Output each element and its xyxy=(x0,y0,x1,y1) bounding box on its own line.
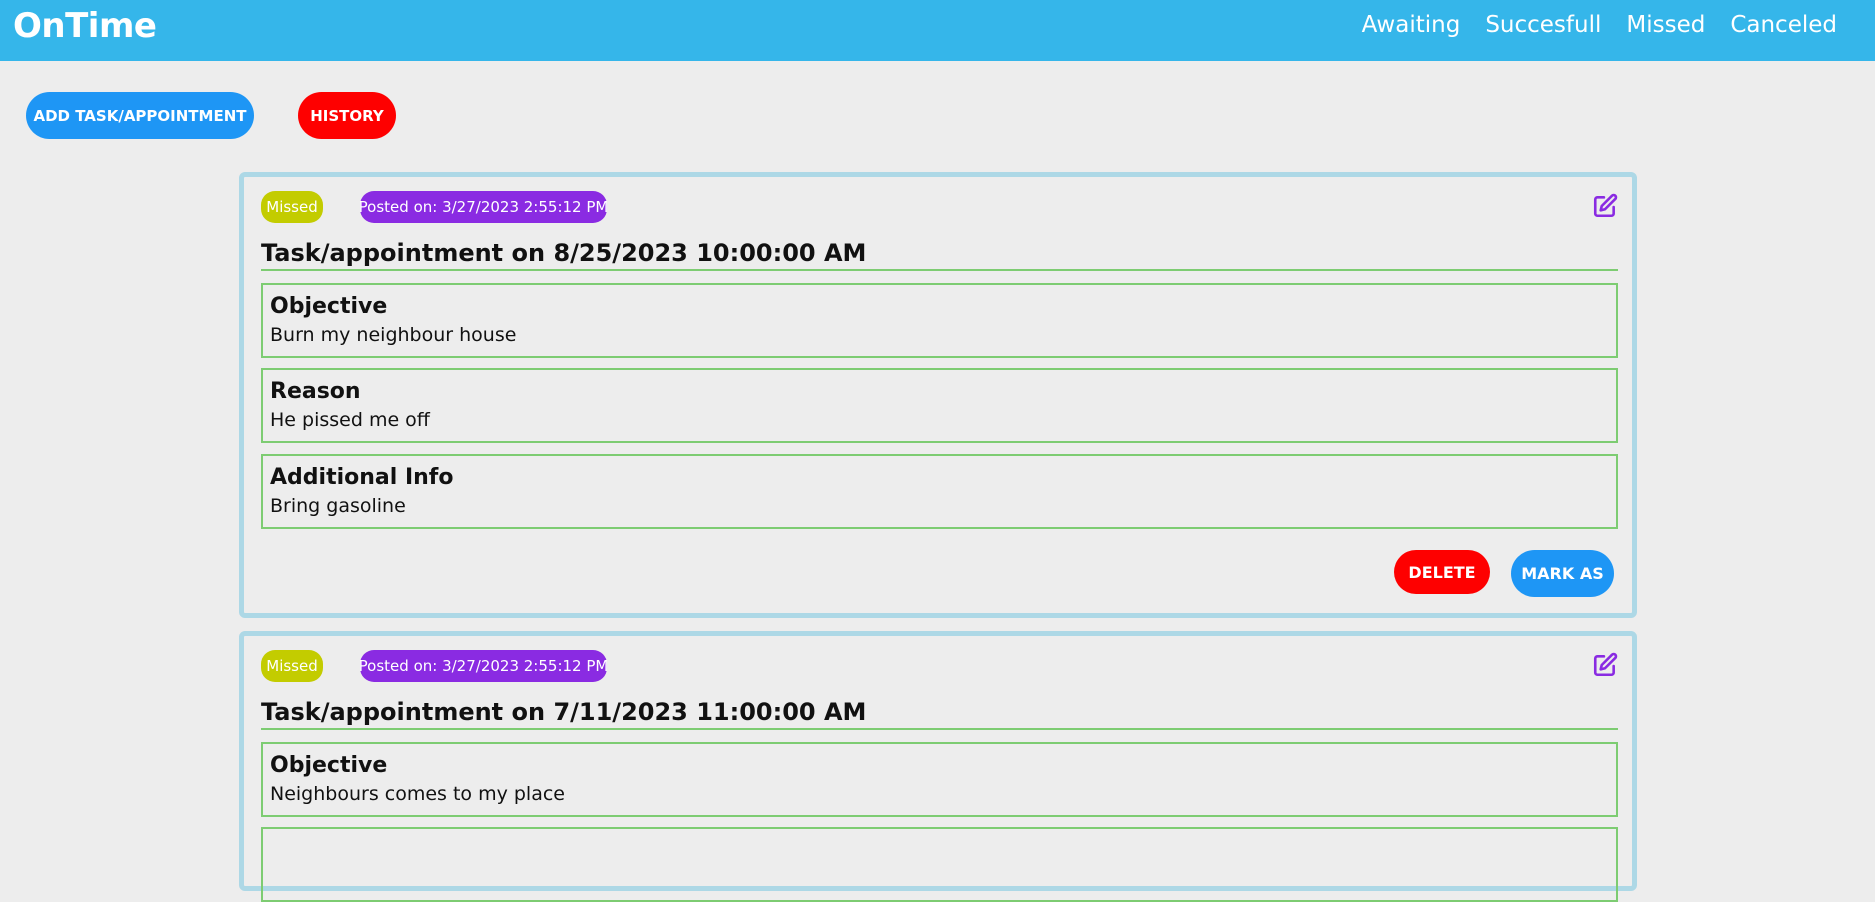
edit-icon[interactable] xyxy=(1592,193,1618,219)
app-logo[interactable]: OnTime xyxy=(13,6,157,46)
section-text: He pissed me off xyxy=(270,409,430,431)
section-text: Neighbours comes to my place xyxy=(270,783,565,805)
posted-date-badge: Posted on: 3/27/2023 2:55:12 PM xyxy=(359,650,608,682)
task-title: Task/appointment on 8/25/2023 10:00:00 A… xyxy=(261,239,1618,271)
edit-icon[interactable] xyxy=(1592,652,1618,678)
objective-section: Objective Burn my neighbour house xyxy=(261,283,1618,358)
top-navbar: OnTime Awaiting Succesfull Missed Cancel… xyxy=(0,0,1875,61)
mark-as-button[interactable]: MARK AS xyxy=(1511,550,1614,597)
nav-awaiting[interactable]: Awaiting xyxy=(1362,12,1461,38)
reason-section: Reason He pissed me off xyxy=(261,368,1618,443)
nav-links: Awaiting Succesfull Missed Canceled xyxy=(1362,12,1837,38)
nav-canceled[interactable]: Canceled xyxy=(1730,12,1837,38)
task-title: Task/appointment on 7/11/2023 11:00:00 A… xyxy=(261,698,1618,730)
section-heading: Objective xyxy=(270,294,388,319)
section-text: Bring gasoline xyxy=(270,495,406,517)
additional-info-section: Additional Info Bring gasoline xyxy=(261,454,1618,529)
section-heading: Objective xyxy=(270,753,388,778)
posted-date-badge: Posted on: 3/27/2023 2:55:12 PM xyxy=(359,191,608,223)
section-placeholder xyxy=(261,827,1618,902)
nav-missed[interactable]: Missed xyxy=(1626,12,1705,38)
history-button[interactable]: HISTORY xyxy=(298,92,396,139)
nav-succesfull[interactable]: Succesfull xyxy=(1485,12,1601,38)
section-heading: Additional Info xyxy=(270,465,454,490)
status-badge: Missed xyxy=(261,191,323,223)
delete-button[interactable]: DELETE xyxy=(1394,550,1490,594)
task-card: Missed Posted on: 3/27/2023 2:55:12 PM T… xyxy=(239,172,1637,618)
status-badge: Missed xyxy=(261,650,323,682)
section-heading: Reason xyxy=(270,379,361,404)
section-text: Burn my neighbour house xyxy=(270,324,517,346)
add-task-button[interactable]: ADD TASK/APPOINTMENT xyxy=(26,92,254,139)
task-card: Missed Posted on: 3/27/2023 2:55:12 PM T… xyxy=(239,631,1637,902)
objective-section: Objective Neighbours comes to my place xyxy=(261,742,1618,817)
